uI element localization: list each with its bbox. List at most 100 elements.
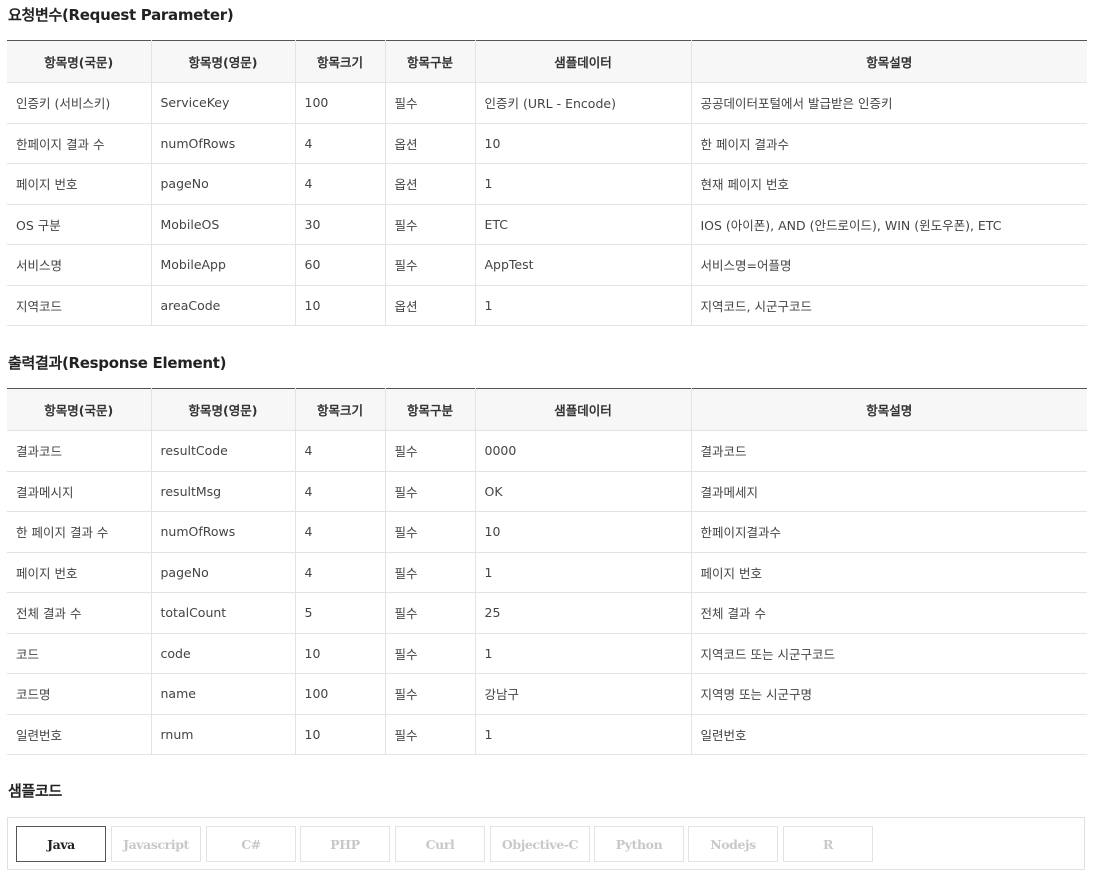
table-cell: pageNo bbox=[151, 552, 296, 593]
table-cell: 서비스명=어플명 bbox=[691, 244, 1087, 286]
tab-csharp[interactable]: C# bbox=[206, 826, 296, 862]
table-cell: 필수 bbox=[385, 673, 476, 715]
sample-code-title: 샘플코드 bbox=[8, 782, 63, 800]
column-header: 항목구분 bbox=[385, 40, 476, 83]
table-cell: 25 bbox=[475, 592, 692, 634]
table-cell: 결과코드 bbox=[7, 430, 152, 472]
table-cell: 필수 bbox=[385, 714, 476, 755]
table-cell: 필수 bbox=[385, 633, 476, 674]
table-row: 페이지 번호 pageNo 4 옵션 1 현재 페이지 번호 bbox=[7, 163, 1087, 205]
table-cell: 지역명 또는 시군구명 bbox=[691, 673, 1087, 715]
column-header: 항목명(영문) bbox=[151, 388, 296, 431]
column-header: 항목크기 bbox=[295, 40, 386, 83]
table-cell: 결과메세지 bbox=[691, 471, 1087, 512]
column-header: 항목구분 bbox=[385, 388, 476, 431]
table-cell: ETC bbox=[475, 204, 692, 245]
table-cell: 필수 bbox=[385, 511, 476, 553]
sample-code-tabs: Java Javascript C# PHP Curl Objective-C … bbox=[7, 817, 1085, 870]
column-header: 항목명(영문) bbox=[151, 40, 296, 83]
table-row: 코드명 name 100 필수 강남구 지역명 또는 시군구명 bbox=[7, 673, 1087, 715]
table-row: 일련번호 rnum 10 필수 1 일련번호 bbox=[7, 714, 1087, 755]
table-cell: 10 bbox=[295, 714, 386, 755]
table-cell: 공공데이터포털에서 발급받은 인증키 bbox=[691, 82, 1087, 124]
table-row: 결과코드 resultCode 4 필수 0000 결과코드 bbox=[7, 430, 1087, 472]
column-header: 항목설명 bbox=[691, 40, 1087, 83]
table-cell: 인증키 (서비스키) bbox=[7, 82, 152, 124]
tab-java[interactable]: Java bbox=[16, 826, 106, 862]
response-element-table: 항목명(국문) 항목명(영문) 항목크기 항목구분 샘플데이터 항목설명 결과코드 resu… bbox=[7, 388, 1087, 755]
column-header: 샘플데이터 bbox=[475, 388, 692, 431]
table-cell: 4 bbox=[295, 430, 386, 472]
request-section-title: 요청변수(Request Parameter) bbox=[8, 6, 234, 24]
table-cell: 필수 bbox=[385, 244, 476, 286]
table-cell: 4 bbox=[295, 163, 386, 205]
table-cell: 필수 bbox=[385, 552, 476, 593]
table-cell: 결과코드 bbox=[691, 430, 1087, 472]
table-cell: 5 bbox=[295, 592, 386, 634]
response-header-row: 항목명(국문) 항목명(영문) 항목크기 항목구분 샘플데이터 항목설명 bbox=[7, 388, 1087, 431]
table-cell: MobileOS bbox=[151, 204, 296, 245]
table-cell: areaCode bbox=[151, 285, 296, 326]
tab-javascript[interactable]: Javascript bbox=[111, 826, 201, 862]
table-cell: 0000 bbox=[475, 430, 692, 472]
table-cell: 필수 bbox=[385, 430, 476, 472]
table-cell: rnum bbox=[151, 714, 296, 755]
table-cell: 60 bbox=[295, 244, 386, 286]
table-row: 페이지 번호 pageNo 4 필수 1 페이지 번호 bbox=[7, 552, 1087, 593]
table-cell: 10 bbox=[295, 285, 386, 326]
tab-python[interactable]: Python bbox=[594, 826, 684, 862]
tab-nodejs[interactable]: Nodejs bbox=[688, 826, 778, 862]
table-cell: 전체 결과 수 bbox=[7, 592, 152, 634]
table-cell: 전체 결과 수 bbox=[691, 592, 1087, 634]
request-header-row: 항목명(국문) 항목명(영문) 항목크기 항목구분 샘플데이터 항목설명 bbox=[7, 40, 1087, 83]
table-row: 한 페이지 결과 수 numOfRows 4 필수 10 한페이지결과수 bbox=[7, 511, 1087, 553]
table-cell: 100 bbox=[295, 673, 386, 715]
table-cell: 인증키 (URL - Encode) bbox=[475, 82, 692, 124]
column-header: 항목설명 bbox=[691, 388, 1087, 431]
table-cell: ServiceKey bbox=[151, 82, 296, 124]
tab-curl[interactable]: Curl bbox=[395, 826, 485, 862]
column-header: 항목명(국문) bbox=[7, 388, 152, 431]
tab-objective-c[interactable]: Objective-C bbox=[490, 826, 590, 862]
table-cell: 1 bbox=[475, 163, 692, 205]
table-cell: resultMsg bbox=[151, 471, 296, 512]
table-cell: 페이지 번호 bbox=[691, 552, 1087, 593]
table-cell: 4 bbox=[295, 471, 386, 512]
table-row: OS 구분 MobileOS 30 필수 ETC IOS (아이폰), AND (안드로이… bbox=[7, 204, 1087, 245]
table-row: 한페이지 결과 수 numOfRows 4 옵션 10 한 페이지 결과수 bbox=[7, 123, 1087, 164]
table-cell: 1 bbox=[475, 633, 692, 674]
table-cell: 필수 bbox=[385, 592, 476, 634]
table-cell: 코드 bbox=[7, 633, 152, 674]
table-cell: 한페이지 결과 수 bbox=[7, 123, 152, 164]
table-cell: 4 bbox=[295, 123, 386, 164]
table-cell: 옵션 bbox=[385, 163, 476, 205]
table-cell: 1 bbox=[475, 552, 692, 593]
table-cell: 옵션 bbox=[385, 285, 476, 326]
column-header: 샘플데이터 bbox=[475, 40, 692, 83]
table-cell: 4 bbox=[295, 552, 386, 593]
table-cell: 1 bbox=[475, 714, 692, 755]
table-cell: 일련번호 bbox=[7, 714, 152, 755]
table-cell: 페이지 번호 bbox=[7, 163, 152, 205]
table-cell: 필수 bbox=[385, 471, 476, 512]
request-parameter-table: 항목명(국문) 항목명(영문) 항목크기 항목구분 샘플데이터 항목설명 인증키 (서비스… bbox=[7, 40, 1087, 326]
table-cell: 옵션 bbox=[385, 123, 476, 164]
table-cell: 한페이지결과수 bbox=[691, 511, 1087, 553]
tab-php[interactable]: PHP bbox=[300, 826, 390, 862]
table-cell: 결과메시지 bbox=[7, 471, 152, 512]
table-row: 결과메시지 resultMsg 4 필수 OK 결과메세지 bbox=[7, 471, 1087, 512]
table-cell: 30 bbox=[295, 204, 386, 245]
column-header: 항목명(국문) bbox=[7, 40, 152, 83]
table-cell: 지역코드, 시군구코드 bbox=[691, 285, 1087, 326]
table-cell: 필수 bbox=[385, 204, 476, 245]
table-cell: 서비스명 bbox=[7, 244, 152, 286]
table-cell: OK bbox=[475, 471, 692, 512]
table-cell: 10 bbox=[475, 511, 692, 553]
tab-r[interactable]: R bbox=[783, 826, 873, 862]
table-cell: 10 bbox=[475, 123, 692, 164]
table-row: 인증키 (서비스키) ServiceKey 100 필수 인증키 (URL - Enco… bbox=[7, 82, 1087, 124]
table-cell: 일련번호 bbox=[691, 714, 1087, 755]
column-header: 항목크기 bbox=[295, 388, 386, 431]
table-cell: IOS (아이폰), AND (안드로이드), WIN (윈도우폰), ETC bbox=[691, 204, 1087, 245]
table-cell: code bbox=[151, 633, 296, 674]
